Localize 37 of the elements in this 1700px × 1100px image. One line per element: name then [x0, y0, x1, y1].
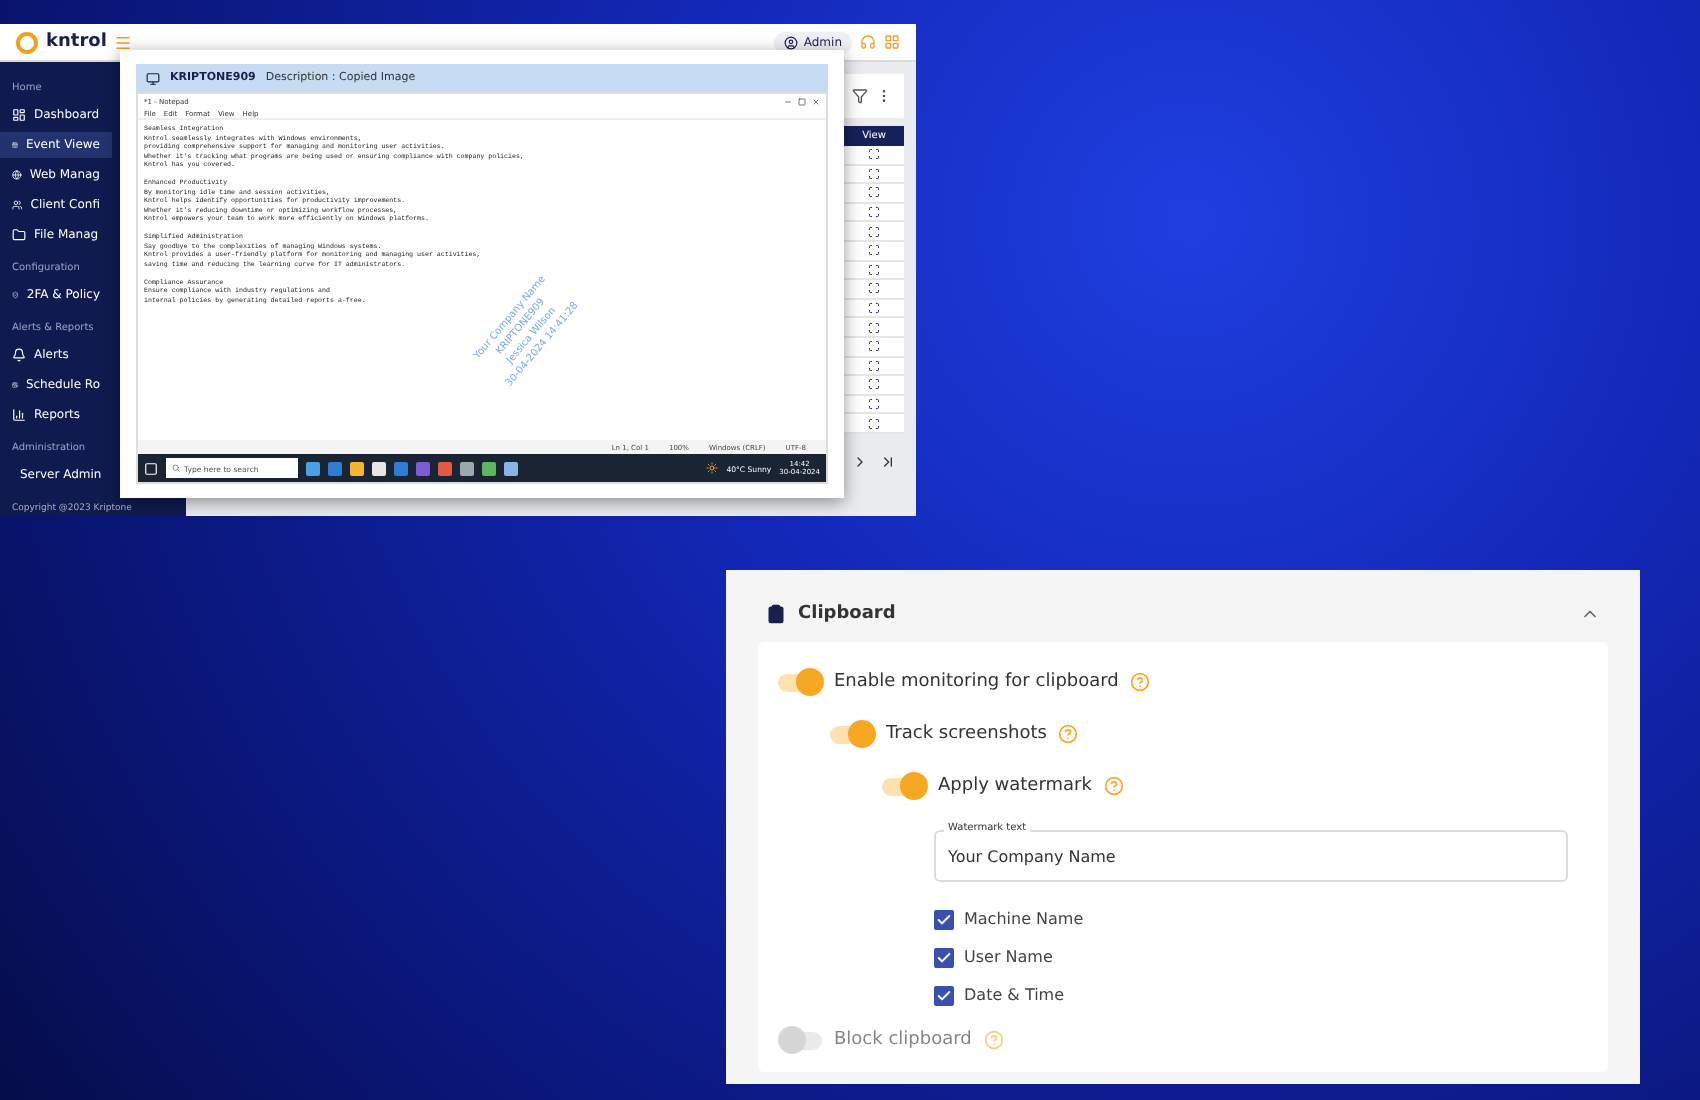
search-icon	[172, 464, 180, 472]
bell-icon	[12, 348, 26, 362]
shield-icon	[12, 288, 19, 302]
users-icon	[12, 198, 23, 212]
start-icon	[144, 461, 158, 475]
minimize-icon	[784, 98, 792, 106]
logo-icon	[16, 31, 38, 53]
weather-icon	[706, 462, 719, 474]
checkbox-label: Machine Name	[964, 910, 1084, 928]
clipboard-icon	[766, 604, 786, 624]
user-icon	[783, 35, 798, 49]
checkbox[interactable]	[934, 909, 954, 929]
checkbox[interactable]	[934, 985, 954, 1005]
logo: kntrol	[46, 32, 107, 52]
setting-label: Block clipboard	[834, 1030, 972, 1050]
checkbox-label: User Name	[964, 948, 1053, 966]
next-page-icon[interactable]	[852, 453, 868, 470]
maximize-icon	[798, 98, 806, 106]
filter-icon[interactable]	[852, 88, 868, 104]
last-page-icon[interactable]	[880, 453, 896, 470]
toggle-switch[interactable]	[882, 777, 926, 795]
field-value: Your Company Name	[948, 847, 1116, 865]
setting-label: Enable monitoring for clipboard	[834, 672, 1119, 692]
calendar-icon	[12, 138, 18, 152]
section-title: Clipboard	[798, 604, 896, 624]
setting-label: Apply watermark	[938, 776, 1092, 796]
calendar-clock-icon	[12, 378, 18, 392]
toggle-switch[interactable]	[830, 725, 874, 743]
bar-chart-icon	[12, 408, 26, 422]
checkbox-label: Date & Time	[964, 986, 1065, 1004]
monitor-icon	[146, 71, 160, 85]
toggle-switch[interactable]	[778, 673, 822, 691]
folder-icon	[12, 228, 26, 242]
globe-icon	[12, 168, 22, 182]
setting-label: Track screenshots	[886, 724, 1047, 744]
checkbox[interactable]	[934, 947, 954, 967]
dashboard-icon	[12, 108, 26, 122]
